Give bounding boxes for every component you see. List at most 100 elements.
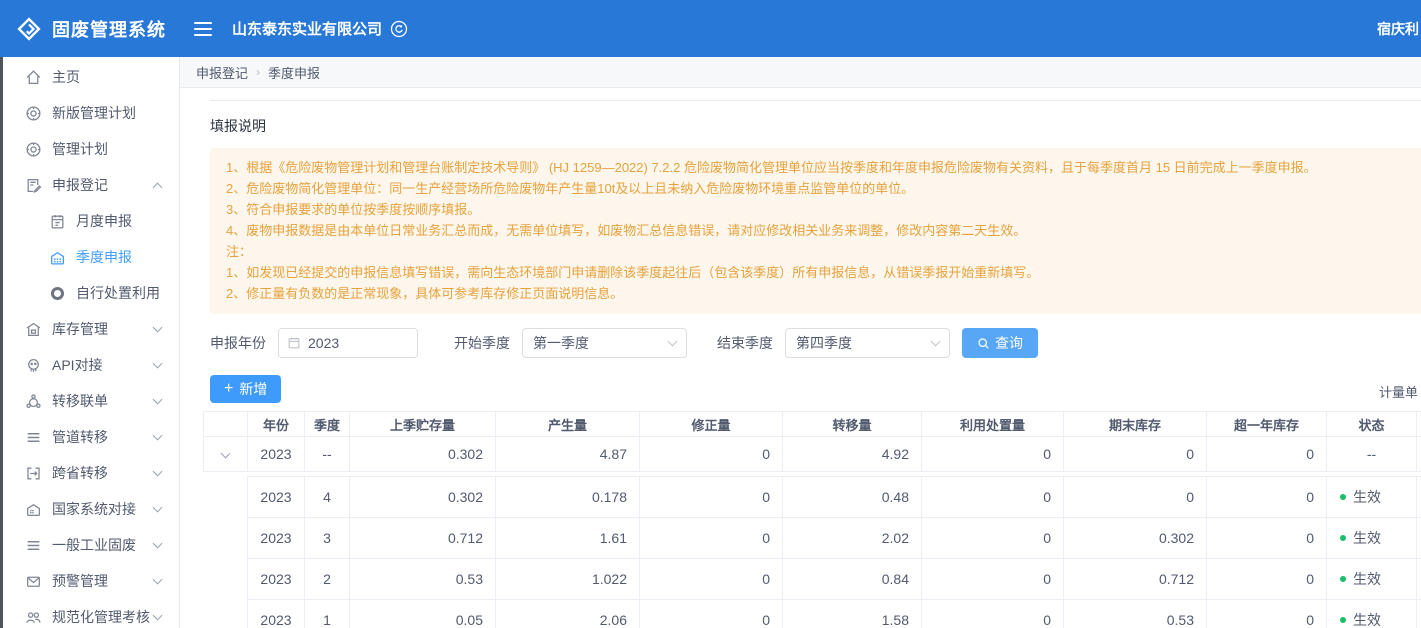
national-system-icon xyxy=(25,501,42,518)
column-header-prev-storage: 上季贮存量 xyxy=(350,412,496,437)
main-content: 申报登记 › 季度申报 填报说明 1、根据《危险废物管理计划和管理台账制定技术导… xyxy=(180,57,1421,628)
quarterly-report-icon xyxy=(49,249,66,266)
company-name: 山东泰东实业有限公司 xyxy=(232,18,382,39)
chevron-down-icon xyxy=(153,467,163,477)
report-registration-icon xyxy=(25,177,42,194)
notice-line: 2、危险废物简化管理单位：同一生产经营场所危险废物年产生量10t及以上且未纳入危… xyxy=(226,178,1421,199)
breadcrumb: 申报登记 › 季度申报 xyxy=(180,57,1421,88)
calendar-icon xyxy=(287,336,301,350)
sidebar-item-api[interactable]: API对接 xyxy=(0,347,179,383)
chevron-down-icon xyxy=(153,431,163,441)
status-badge: 生效 xyxy=(1327,477,1417,518)
sidebar-item-national-system[interactable]: 国家系统对接 xyxy=(0,491,179,527)
unit-label: 计量单 xyxy=(1379,382,1418,401)
breadcrumb-item-report-registration[interactable]: 申报登记 xyxy=(196,63,248,82)
add-button[interactable]: + 新增 xyxy=(210,375,281,403)
refresh-icon[interactable] xyxy=(390,20,408,38)
chevron-down-icon xyxy=(153,323,163,333)
start-quarter-label: 开始季度 xyxy=(454,333,510,353)
chevron-down-icon xyxy=(221,449,231,459)
column-header-quarter: 季度 xyxy=(305,412,350,437)
start-quarter-select[interactable]: 第一季度 xyxy=(522,328,687,358)
sidebar-item-self-disposal[interactable]: 自行处置利用 xyxy=(0,275,179,311)
breadcrumb-item-quarterly-report[interactable]: 季度申报 xyxy=(268,63,320,82)
column-header-ending-stock: 期末库存 xyxy=(1064,412,1207,437)
notice-box: 1、根据《危险废物管理计划和管理台账制定技术导则》 (HJ 1259—2022)… xyxy=(210,148,1421,314)
chevron-down-icon xyxy=(931,337,941,347)
monthly-report-icon xyxy=(49,213,66,230)
self-disposal-icon xyxy=(49,285,66,302)
home-icon xyxy=(25,69,42,86)
column-header-extra xyxy=(1417,412,1421,437)
breadcrumb-separator: › xyxy=(256,65,260,79)
filter-row: 申报年份 开始季度 第一季度 结束季度 第四季度 xyxy=(210,328,1421,358)
sidebar-item-assessment[interactable]: 规范化管理考核 xyxy=(0,599,179,628)
chevron-down-icon xyxy=(153,395,163,405)
summary-table: 年份 季度 上季贮存量 产生量 修正量 转移量 利用处置量 期末库存 超一年库存… xyxy=(203,411,1421,472)
sidebar-item-home[interactable]: 主页 xyxy=(0,59,179,95)
plus-icon: + xyxy=(224,381,233,397)
table-toolbar: + 新增 计量单 xyxy=(210,375,1421,403)
sidebar-item-cross-province[interactable]: 跨省转移 xyxy=(0,455,179,491)
app-title: 固废管理系统 xyxy=(52,16,166,42)
sidebar-item-plan[interactable]: 管理计划 xyxy=(0,131,179,167)
page-title: 填报说明 xyxy=(210,116,1421,136)
end-quarter-label: 结束季度 xyxy=(717,333,773,353)
table-row: 2023 1 0.05 2.06 0 1.58 0 0.53 0 生效 xyxy=(248,600,1421,628)
notice-line: 3、符合申报要求的单位按季度按顺序填报。 xyxy=(226,199,1421,220)
app-logo-icon xyxy=(16,16,42,42)
cross-province-icon xyxy=(25,465,42,482)
menu-toggle-icon[interactable] xyxy=(194,18,212,40)
declaration-table: 年份 季度 上季贮存量 产生量 修正量 转移量 利用处置量 期末库存 超一年库存… xyxy=(203,411,1421,628)
sidebar-item-new-plan[interactable]: 新版管理计划 xyxy=(0,95,179,131)
notice-line: 注： xyxy=(226,241,1421,262)
plan-icon xyxy=(25,141,42,158)
pipeline-transfer-icon xyxy=(25,429,42,446)
year-label: 申报年份 xyxy=(210,333,266,353)
status-dot-icon xyxy=(1340,494,1346,500)
sidebar-item-inventory[interactable]: 库存管理 xyxy=(0,311,179,347)
table-row: 2023 3 0.712 1.61 0 2.02 0 0.302 0 生效 xyxy=(248,518,1421,559)
chevron-down-icon xyxy=(153,503,163,513)
column-header-year: 年份 xyxy=(248,412,305,437)
chevron-down-icon xyxy=(668,337,678,347)
notice-line: 1、如发现已经提交的申报信息填写错误，需向生态环境部门申请删除该季度起往后（包含… xyxy=(226,262,1421,283)
plan-new-icon xyxy=(25,105,42,122)
end-quarter-select[interactable]: 第四季度 xyxy=(785,328,950,358)
sidebar-item-monthly-report[interactable]: 月度申报 xyxy=(0,203,179,239)
chevron-down-icon xyxy=(153,539,163,549)
chevron-down-icon xyxy=(153,359,163,369)
sidebar-item-pipeline-transfer[interactable]: 管道转移 xyxy=(0,419,179,455)
status-badge: 生效 xyxy=(1327,559,1417,600)
notice-line: 4、废物申报数据是由本单位日常业务汇总而成，无需单位填写，如废物汇总信息错误，请… xyxy=(226,220,1421,241)
user-name[interactable]: 宿庆利 xyxy=(1377,19,1419,39)
year-input-wrapper xyxy=(278,328,418,358)
notice-line: 2、修正量有负数的是正常现象，具体可参考库存修正页面说明信息。 xyxy=(226,283,1421,304)
column-header-transferred: 转移量 xyxy=(783,412,922,437)
column-header-correction: 修正量 xyxy=(640,412,783,437)
api-icon xyxy=(25,357,42,374)
status-badge: 生效 xyxy=(1327,600,1417,628)
sidebar-item-warning-management[interactable]: 预警管理 xyxy=(0,563,179,599)
sidebar-item-quarterly-report[interactable]: 季度申报 xyxy=(0,239,179,275)
status-dot-icon xyxy=(1340,535,1346,541)
sidebar-item-transfer-manifest[interactable]: 转移联单 xyxy=(0,383,179,419)
content-divider xyxy=(210,100,1421,101)
quarterly-rows-container: 2023 4 0.302 0.178 0 0.48 0 0 0 生效 xyxy=(247,476,1421,628)
notice-line: 1、根据《危险废物管理计划和管理台账制定技术导则》 (HJ 1259—2022)… xyxy=(226,157,1421,178)
sidebar-item-industrial-waste[interactable]: 一般工业固废 xyxy=(0,527,179,563)
chevron-down-icon xyxy=(153,575,163,585)
column-header-generated: 产生量 xyxy=(496,412,640,437)
table-row: 2023 2 0.53 1.022 0 0.84 0 0.712 0 生效 xyxy=(248,559,1421,600)
column-header-status: 状态 xyxy=(1327,412,1417,437)
chevron-up-icon xyxy=(153,183,163,193)
status-dot-icon xyxy=(1340,617,1346,623)
year-input[interactable] xyxy=(308,335,409,351)
expand-row-toggle[interactable] xyxy=(204,437,248,472)
sidebar-item-report-registration[interactable]: 申报登记 xyxy=(0,167,179,203)
search-button[interactable]: 查询 xyxy=(962,328,1038,358)
summary-row: 2023 -- 0.302 4.87 0 4.92 0 0 0 -- xyxy=(204,437,1421,472)
quarterly-table: 2023 4 0.302 0.178 0 0.48 0 0 0 生效 xyxy=(247,476,1421,628)
expand-column-header xyxy=(204,412,248,437)
column-header-over-one-year: 超一年库存 xyxy=(1207,412,1327,437)
